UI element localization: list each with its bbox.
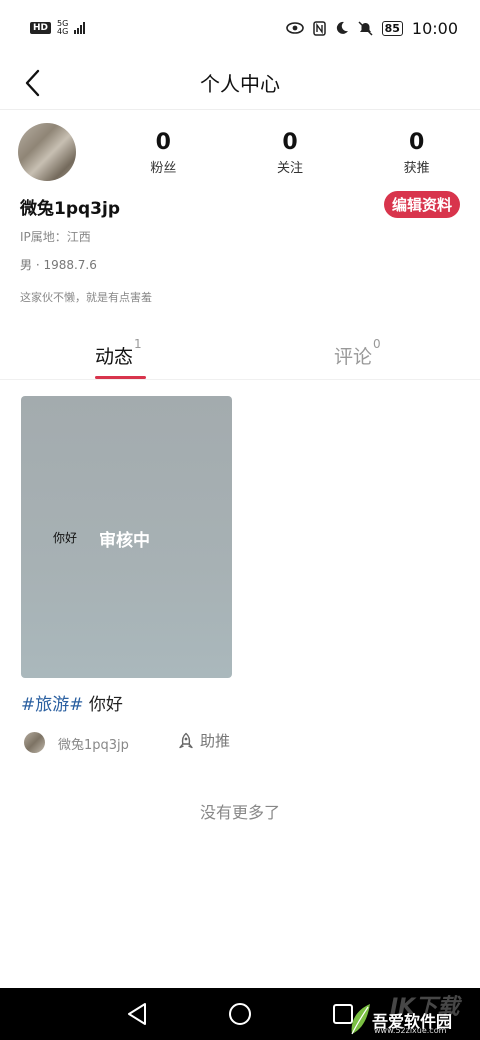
edit-profile-button[interactable]: 编辑资料: [383, 191, 460, 218]
tab-active-indicator: [95, 376, 146, 379]
gender-birthday: 男 · 1988.7.6: [20, 258, 97, 272]
system-nav-bar: IK下载 吾爱软件园 www.52zixue.com: [0, 988, 480, 1040]
rocket-icon: [179, 732, 193, 748]
post-card[interactable]: 你好 审核中 #旅游# 你好 微兔1pq3jp 助推: [21, 396, 232, 754]
post-body: 你好: [88, 695, 123, 715]
stat-recommended[interactable]: 0 获推: [353, 130, 480, 176]
eye-icon: [285, 22, 304, 34]
status-bar: HD 5G 4G 85 10:00: [0, 0, 480, 56]
stats-row: 0 粉丝 0 关注 0 获推: [100, 130, 480, 176]
stat-following-label: 关注: [277, 161, 304, 176]
mute-bell-icon: [358, 20, 373, 36]
nav-bar: 个人中心: [0, 56, 480, 110]
nfc-icon: [312, 20, 326, 36]
watermark: IK下载 吾爱软件园 www.52zixue.com: [348, 988, 476, 1040]
stat-recommended-label: 获推: [403, 161, 430, 176]
post-image-caption: 你好: [53, 531, 78, 545]
boost-label: 助推: [200, 732, 231, 750]
stat-recommended-value: 0: [409, 130, 425, 155]
status-time: 10:00: [411, 18, 458, 38]
tab-comments-count: 0: [373, 336, 381, 351]
tab-posts-label: 动态: [95, 346, 134, 368]
tab-bar: 动态1 评论0: [0, 330, 480, 380]
post-image[interactable]: 你好 审核中: [21, 396, 232, 678]
avatar[interactable]: [18, 123, 76, 181]
battery-indicator: 85: [381, 20, 403, 36]
status-right: 85 10:00: [285, 18, 458, 38]
watermark-site: www.52zixue.com: [374, 1026, 447, 1035]
author-name[interactable]: 微兔1pq3jp: [58, 734, 129, 753]
username: 微兔1pq3jp: [20, 199, 120, 219]
review-status: 审核中: [99, 531, 150, 551]
tab-posts[interactable]: 动态1: [95, 337, 142, 369]
author-avatar[interactable]: [24, 732, 45, 753]
status-left: HD 5G 4G: [30, 20, 86, 36]
chevron-left-icon: [25, 69, 40, 97]
network-sub: 4G: [57, 27, 69, 36]
stat-fans-label: 粉丝: [150, 161, 177, 176]
stat-following-value: 0: [282, 130, 298, 155]
tab-comments-label: 评论: [334, 346, 373, 368]
post-text: #旅游# 你好: [21, 690, 232, 715]
stat-fans-value: 0: [155, 130, 171, 155]
tab-comments[interactable]: 评论0: [334, 337, 381, 369]
tab-posts-count: 1: [134, 336, 142, 351]
stat-fans[interactable]: 0 粉丝: [100, 130, 227, 176]
page-title: 个人中心: [200, 72, 280, 96]
no-more-text: 没有更多了: [199, 803, 280, 822]
moon-icon: [336, 21, 348, 34]
nav-home-icon[interactable]: [228, 1002, 252, 1026]
nav-back-icon[interactable]: [126, 1002, 148, 1026]
bio: 这家伙不懒，就是有点害羞: [20, 291, 152, 304]
signal-icon: [74, 22, 86, 34]
ip-location: IP属地：江西: [20, 230, 91, 244]
post-tag[interactable]: #旅游#: [21, 695, 84, 715]
boost-button[interactable]: 助推: [177, 730, 230, 751]
leaf-logo-icon: [351, 1004, 370, 1035]
stat-following[interactable]: 0 关注: [227, 130, 354, 176]
network-indicator: 5G 4G: [57, 20, 68, 36]
hd-badge: HD: [30, 22, 52, 34]
back-button[interactable]: [14, 64, 50, 102]
post-footer: 微兔1pq3jp 助推: [21, 730, 232, 754]
